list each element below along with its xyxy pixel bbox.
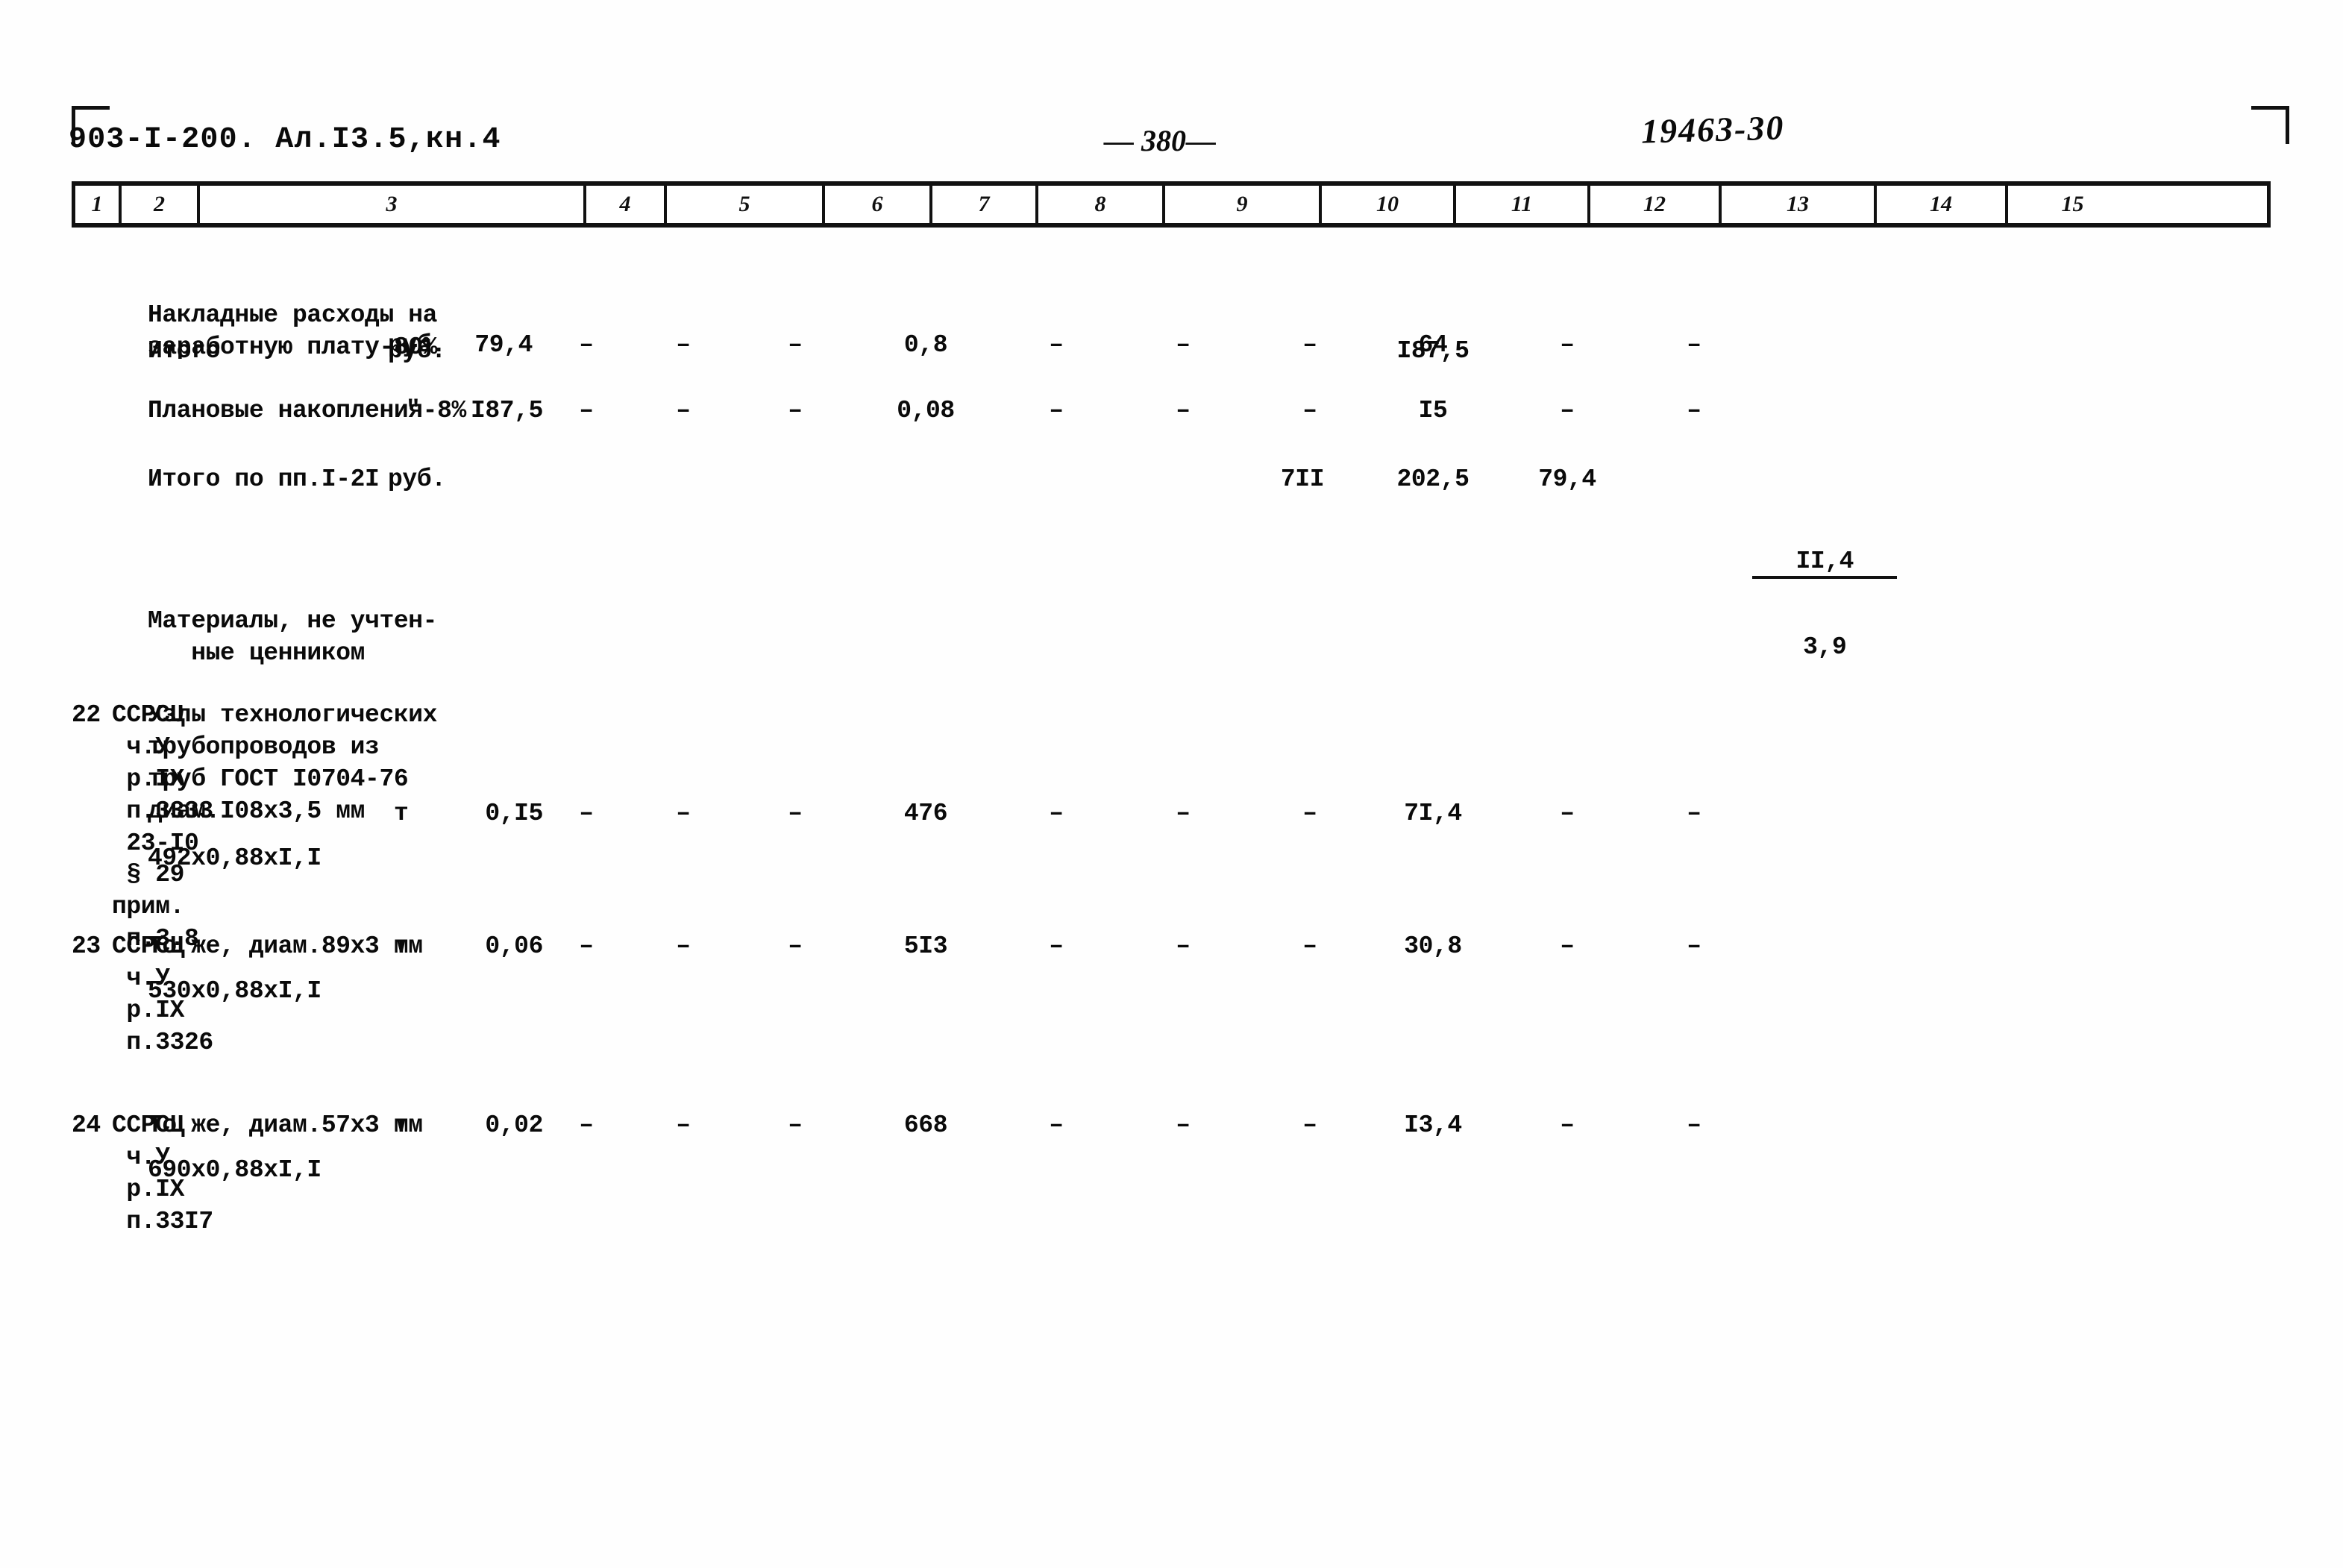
row-col5: 0,I5 (485, 800, 543, 827)
row-unit: руб. (388, 337, 446, 365)
row-col14: – (1560, 800, 1575, 827)
table-row: 24 ССРСЦ ч.У р.IX п.33I7 То же, диам.57x… (72, 1107, 2271, 1286)
table-column-header: 1 2 3 4 5 6 7 8 9 10 11 12 13 14 15 (72, 181, 2271, 228)
row-position: 22 (72, 701, 101, 729)
row-col14: 79,4 (1538, 465, 1596, 493)
row-col8: – (788, 800, 803, 827)
column-header-6: 6 (825, 186, 932, 223)
column-header-3: 3 (200, 186, 586, 223)
row-formula: 690x0,88xI,I (148, 1156, 322, 1184)
row-col9: 668 (903, 1111, 948, 1139)
table-row: Итого руб. I87,5 (72, 328, 2271, 389)
fraction-numerator: II,4 (1752, 548, 1898, 579)
table-row: 23 ССРСЦ ч.У р.IX п.3326 То же, диам.89x… (72, 928, 2271, 1107)
row-col6: – (579, 397, 594, 424)
row-col13: I3,4 (1404, 1111, 1462, 1139)
row-col11: – (1176, 932, 1191, 960)
row-unit: " (406, 397, 421, 424)
table-row: Накладные расходы на заработную плату-80… (72, 239, 2271, 361)
row-col7: – (676, 800, 691, 827)
row-col14: – (1560, 1111, 1575, 1139)
column-header-1: 1 (75, 186, 122, 223)
row-position: 23 (72, 932, 101, 960)
table-row: Материалы, не учтен- ные ценником (72, 577, 2271, 697)
row-col5: I87,5 (470, 397, 543, 424)
column-header-5: 5 (667, 186, 825, 223)
column-header-14: 14 (1877, 186, 2008, 223)
column-header-11: 11 (1456, 186, 1590, 223)
row-unit: руб. (388, 465, 446, 493)
table-row: Плановые накопления-8% " I87,5 – – – 0,0… (72, 389, 2271, 458)
row-formula: 492x0,88xI,I (148, 844, 322, 872)
row-col9: 0,08 (897, 397, 955, 424)
row-col13: I5 (1418, 397, 1448, 424)
row-col15: – (1687, 932, 1701, 960)
row-col12: – (1302, 800, 1317, 827)
table-row: Итого по пп.I-2I руб. 7II 202,5 79,4 II,… (72, 458, 2271, 661)
row-col14: – (1560, 932, 1575, 960)
row-col15: – (1687, 1111, 1701, 1139)
row-description: Итого (148, 337, 221, 365)
row-col10: – (1049, 397, 1064, 424)
archive-stamp: 19463-30 (1640, 108, 1786, 151)
column-header-4: 4 (586, 186, 667, 223)
column-header-7: 7 (932, 186, 1038, 223)
table-row: 22 ССРСЦ ч.У р.IX п.3333 23-I0 § 29 прим… (72, 697, 2271, 953)
page-number: — 380— (1104, 124, 1216, 157)
row-col7: – (676, 397, 691, 424)
row-unit: т (394, 800, 409, 827)
row-col11: – (1176, 397, 1191, 424)
row-col11: – (1176, 800, 1191, 827)
row-col13: 30,8 (1404, 932, 1462, 960)
row-col15: – (1687, 397, 1701, 424)
document-code: 903-I-200. Ал.I3.5,кн.4 (69, 123, 501, 157)
row-col8: – (788, 397, 803, 424)
row-col12: – (1302, 932, 1317, 960)
row-col11: – (1176, 1111, 1191, 1139)
row-col8: – (788, 932, 803, 960)
row-col9: 476 (903, 800, 948, 827)
row-col10: – (1049, 1111, 1064, 1139)
row-col10: – (1049, 800, 1064, 827)
row-description: То же, диам.57x3 мм (148, 1111, 423, 1139)
row-unit: т (394, 1111, 409, 1139)
row-unit: т (394, 932, 409, 960)
column-header-10: 10 (1322, 186, 1456, 223)
row-col7: – (676, 1111, 691, 1139)
row-col13: 7I,4 (1404, 800, 1462, 827)
row-description: То же, диам.89x3 мм (148, 932, 423, 960)
page-header: 903-I-200. Ал.I3.5,кн.4 — 380— 19463-30 (0, 108, 2343, 168)
row-col6: – (579, 800, 594, 827)
row-description: Материалы, не учтен- ные ценником (148, 607, 438, 667)
column-header-13: 13 (1722, 186, 1877, 223)
row-col6: – (579, 1111, 594, 1139)
estimate-table-body: Накладные расходы на заработную плату-80… (72, 239, 2271, 1286)
column-header-8: 8 (1038, 186, 1165, 223)
row-col8: – (788, 1111, 803, 1139)
row-col10: – (1049, 932, 1064, 960)
document-page: 903-I-200. Ал.I3.5,кн.4 — 380— 19463-30 … (0, 0, 2343, 1568)
row-col12: – (1302, 1111, 1317, 1139)
row-col6: – (579, 932, 594, 960)
column-header-2: 2 (122, 186, 200, 223)
row-formula: 530x0,88xI,I (148, 977, 322, 1005)
row-col12: 7II (1280, 465, 1325, 493)
row-col9: 5I3 (903, 932, 948, 960)
row-col7: – (676, 932, 691, 960)
row-position: 24 (72, 1111, 101, 1139)
row-col5: 0,06 (485, 932, 543, 960)
column-header-9: 9 (1165, 186, 1322, 223)
column-header-15: 15 (2061, 192, 2084, 216)
row-col13: I87,5 (1396, 337, 1470, 365)
row-col13: 202,5 (1396, 465, 1470, 493)
row-description: Итого по пп.I-2I (148, 465, 380, 493)
row-col14: – (1560, 397, 1575, 424)
row-col15: – (1687, 800, 1701, 827)
row-col5: 0,02 (485, 1111, 543, 1139)
row-col12: – (1302, 397, 1317, 424)
column-header-12: 12 (1590, 186, 1722, 223)
